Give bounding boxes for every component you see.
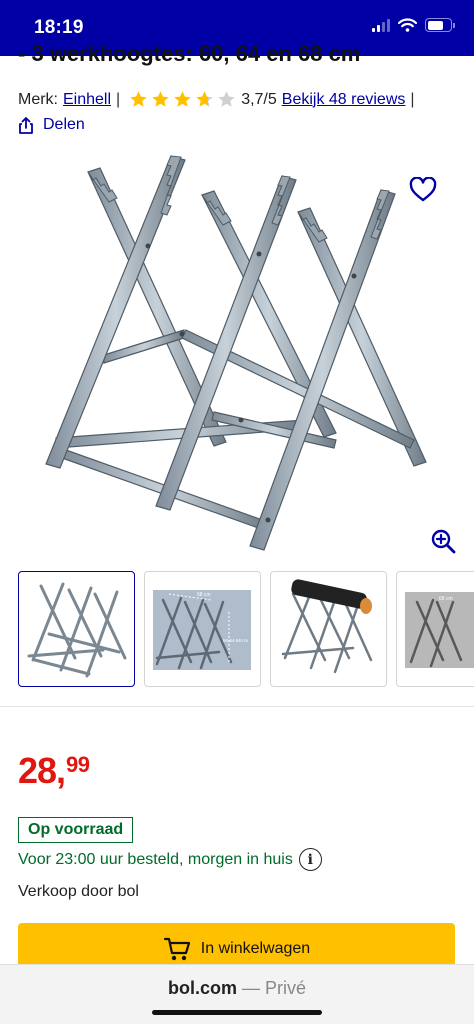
rating-value: 3,7/5 bbox=[241, 90, 277, 108]
delivery-text: Voor 23:00 uur besteld, morgen in huis bbox=[18, 850, 293, 868]
product-title: - 3 werkhoogtes: 60, 64 en 68 cm bbox=[18, 41, 361, 66]
thumb-sawhorse-grey: 68 cm bbox=[405, 592, 474, 668]
info-icon[interactable]: i bbox=[298, 848, 322, 871]
zoom-in-icon bbox=[431, 529, 456, 554]
dimension-label: 68 cm bbox=[197, 592, 211, 598]
brand-label: Merk: bbox=[18, 90, 58, 108]
separator: | bbox=[116, 90, 121, 108]
cart-icon bbox=[163, 937, 190, 961]
dimension-label: 60-64-68 cm bbox=[223, 638, 249, 643]
star-icon bbox=[130, 91, 147, 107]
reviews-link[interactable]: Bekijk 48 reviews bbox=[282, 91, 406, 109]
heart-icon bbox=[409, 176, 437, 201]
share-label: Delen bbox=[43, 116, 85, 133]
star-icon bbox=[174, 91, 191, 107]
seller-info: Verkoop door bol bbox=[18, 883, 139, 900]
thumbnail-strip: 68 cm 60-64-68 cm 68 cm bbox=[18, 571, 474, 689]
delivery-info: Voor 23:00 uur besteld, morgen in huis i bbox=[18, 848, 322, 871]
product-image[interactable] bbox=[36, 150, 436, 560]
status-time: 18:19 bbox=[34, 17, 84, 38]
private-mode-label: — Privé bbox=[242, 978, 307, 998]
thumb-sawhorse-with-log bbox=[281, 579, 373, 674]
url-display[interactable]: bol.com — Privé bbox=[0, 978, 474, 999]
share-icon bbox=[19, 116, 33, 134]
product-meta-row: Merk: Einhell | 3,7/5 Bekijk 48 reviews … bbox=[18, 90, 420, 109]
share-button[interactable]: Delen bbox=[18, 116, 85, 134]
signal-icon bbox=[372, 18, 390, 32]
sawhorse-illustration bbox=[45, 155, 427, 551]
price-fraction: 99 bbox=[66, 752, 90, 777]
cart-button-label: In winkelwagen bbox=[200, 940, 311, 957]
thumbnail[interactable]: 68 cm bbox=[396, 571, 474, 687]
url-domain: bol.com bbox=[167, 978, 237, 998]
battery-icon bbox=[425, 18, 455, 32]
wishlist-heart-button[interactable] bbox=[406, 172, 440, 206]
price-main: 28, bbox=[18, 750, 66, 791]
star-icon bbox=[218, 91, 235, 107]
divider bbox=[0, 706, 474, 707]
separator: | bbox=[410, 90, 415, 108]
brand-link[interactable]: Einhell bbox=[63, 91, 111, 109]
wifi-icon bbox=[398, 18, 417, 32]
rating-stars bbox=[129, 90, 236, 109]
price: 28, 99 bbox=[18, 752, 90, 790]
browser-address-bar[interactable]: bol.com — Privé bbox=[0, 964, 474, 1024]
thumbnail[interactable]: 68 cm 60-64-68 cm bbox=[144, 571, 261, 687]
stock-badge: Op voorraad bbox=[18, 817, 134, 843]
home-indicator[interactable] bbox=[152, 1010, 322, 1015]
dimension-label: 68 cm bbox=[439, 596, 453, 602]
star-icon bbox=[196, 91, 213, 107]
thumbnail[interactable] bbox=[18, 571, 135, 687]
thumbnail[interactable] bbox=[270, 571, 387, 687]
star-icon bbox=[152, 91, 169, 107]
zoom-button[interactable] bbox=[430, 528, 458, 556]
thumb-sawhorse-dimensions: 68 cm 60-64-68 cm bbox=[153, 590, 251, 670]
thumb-sawhorse-front bbox=[27, 582, 127, 678]
status-icons bbox=[372, 18, 455, 32]
